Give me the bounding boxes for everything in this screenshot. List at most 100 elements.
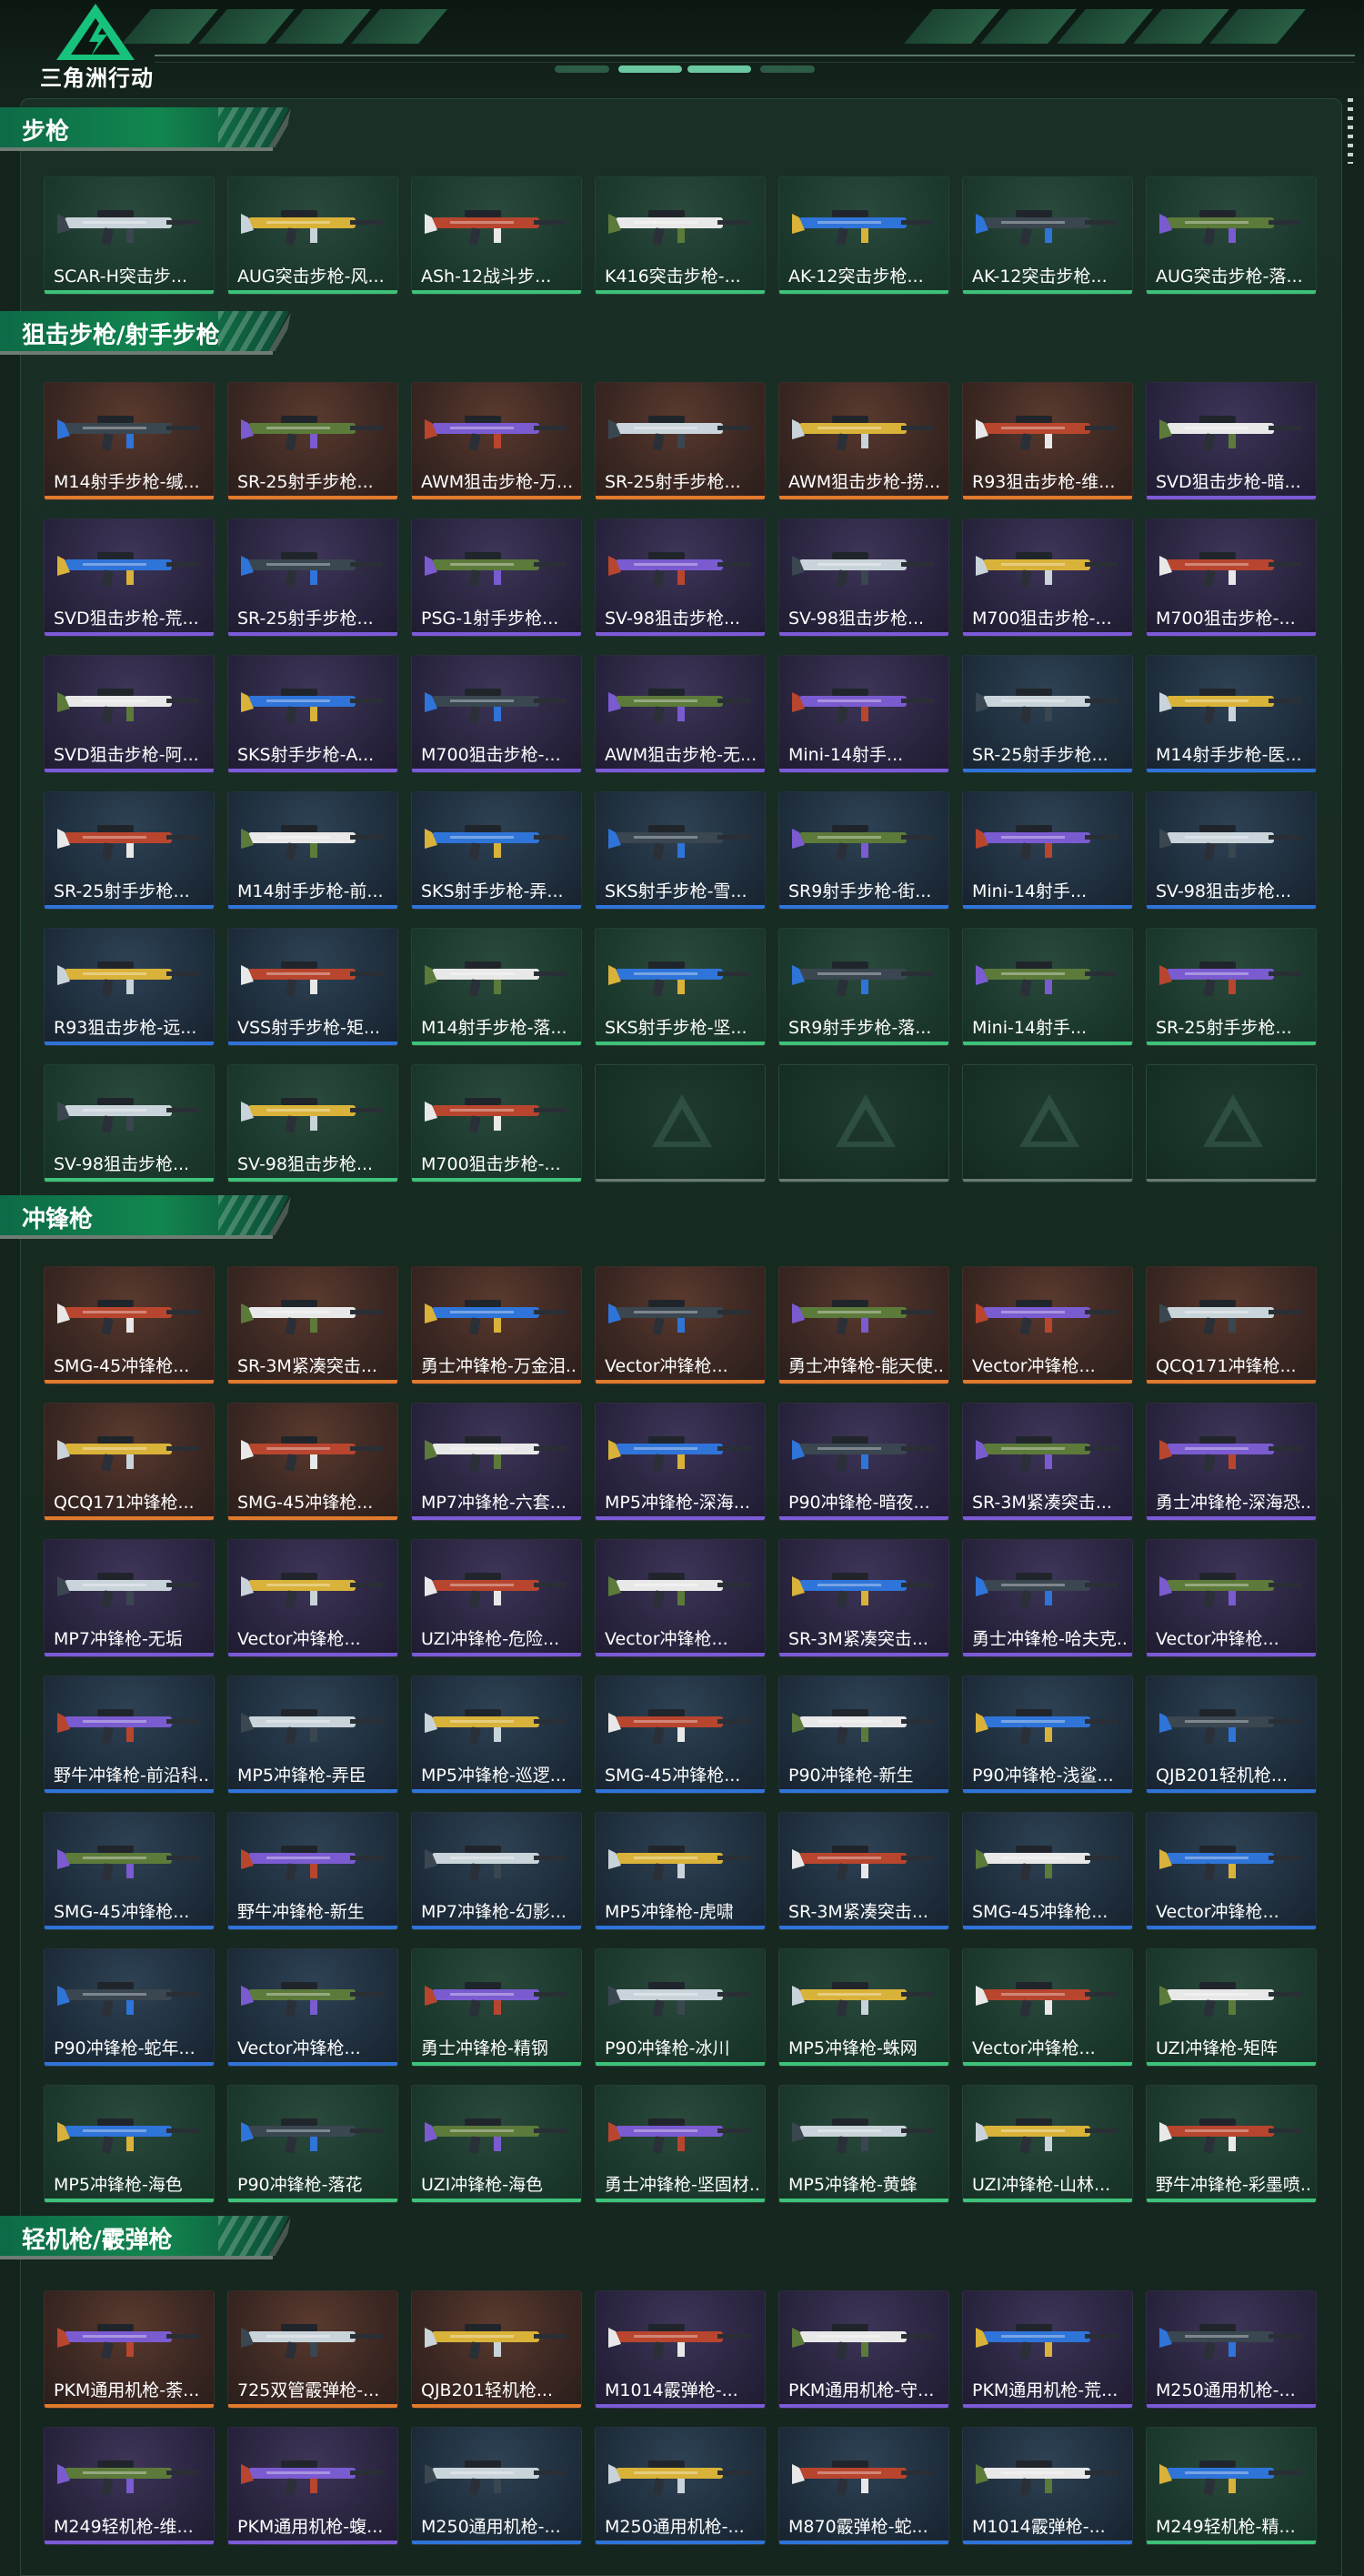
weapon-skin-card[interactable]: PSG-1射手步枪... <box>411 518 582 637</box>
weapon-skin-card[interactable]: AWM狙击步枪-万... <box>411 382 582 500</box>
weapon-skin-card[interactable]: P90冲锋枪-暗夜... <box>778 1403 949 1521</box>
weapon-skin-card[interactable]: SKS射手步枪-A... <box>227 655 398 773</box>
weapon-skin-card[interactable]: MP5冲锋枪-虎啸 <box>595 1812 766 1930</box>
weapon-skin-card[interactable]: M14射手步枪-落... <box>411 928 582 1046</box>
weapon-skin-card[interactable]: UZI冲锋枪-矩阵 <box>1146 1948 1317 2067</box>
weapon-skin-card[interactable]: AWM狙击步枪-捞... <box>778 382 949 500</box>
weapon-skin-card[interactable]: Mini-14射手... <box>962 791 1133 910</box>
weapon-skin-card[interactable]: Vector冲锋枪... <box>227 1948 398 2067</box>
weapon-skin-card[interactable]: M250通用机枪-... <box>1146 2290 1317 2409</box>
weapon-skin-card[interactable]: PKM通用机枪-荼... <box>44 2290 215 2409</box>
weapon-skin-card[interactable]: QJB201轻机枪... <box>1146 1675 1317 1794</box>
weapon-skin-card[interactable]: SV-98狙击步枪... <box>227 1064 398 1182</box>
weapon-skin-card[interactable]: MP5冲锋枪-蛛网 <box>778 1948 949 2067</box>
weapon-skin-card[interactable]: M14射手步枪-前... <box>227 791 398 910</box>
weapon-skin-card[interactable]: 725双管霰弹枪-... <box>227 2290 398 2409</box>
weapon-skin-card[interactable]: Vector冲锋枪... <box>227 1539 398 1657</box>
weapon-skin-card[interactable]: M250通用机枪-... <box>411 2427 582 2545</box>
weapon-skin-card[interactable]: SR9射手步枪-落... <box>778 928 949 1046</box>
weapon-skin-card[interactable]: M1014霰弹枪-... <box>962 2427 1133 2545</box>
weapon-skin-card[interactable]: M249轻机枪-维... <box>44 2427 215 2545</box>
weapon-skin-card[interactable]: M14射手步枪-缄... <box>44 382 215 500</box>
weapon-skin-card[interactable]: SKS射手步枪-弄... <box>411 791 582 910</box>
weapon-skin-card[interactable]: M14射手步枪-医... <box>1146 655 1317 773</box>
weapon-skin-card[interactable]: SR-3M紧凑突击... <box>778 1539 949 1657</box>
weapon-skin-card[interactable]: PKM通用机枪-荒... <box>962 2290 1133 2409</box>
weapon-skin-card[interactable]: M250通用机枪-... <box>595 2427 766 2545</box>
weapon-skin-card[interactable]: MP7冲锋枪-无垢 <box>44 1539 215 1657</box>
weapon-skin-card[interactable]: SMG-45冲锋枪... <box>227 1403 398 1521</box>
weapon-skin-card[interactable]: SMG-45冲锋枪... <box>44 1266 215 1384</box>
weapon-skin-card[interactable]: SKS射手步枪-雪... <box>595 791 766 910</box>
weapon-skin-card[interactable]: 勇士冲锋枪-能天使... <box>778 1266 949 1384</box>
weapon-skin-card[interactable]: QCQ171冲锋枪... <box>44 1403 215 1521</box>
weapon-skin-card[interactable]: UZI冲锋枪-海色 <box>411 2085 582 2203</box>
weapon-skin-card[interactable]: SR-3M紧凑突击... <box>778 1812 949 1930</box>
weapon-skin-card[interactable]: SR-25射手步枪... <box>227 518 398 637</box>
weapon-skin-card[interactable]: PKM通用机枪-蝮... <box>227 2427 398 2545</box>
weapon-skin-card[interactable]: Mini-14射手... <box>962 928 1133 1046</box>
weapon-skin-card[interactable]: SV-98狙击步枪... <box>778 518 949 637</box>
weapon-skin-card[interactable]: MP7冲锋枪-六套... <box>411 1403 582 1521</box>
weapon-skin-card[interactable]: PKM通用机枪-守... <box>778 2290 949 2409</box>
weapon-skin-card[interactable]: UZI冲锋枪-山林... <box>962 2085 1133 2203</box>
weapon-skin-card[interactable]: AUG突击步枪-落... <box>1146 176 1317 295</box>
weapon-skin-card[interactable]: 勇士冲锋枪-坚固材... <box>595 2085 766 2203</box>
weapon-skin-card[interactable]: MP5冲锋枪-弄臣 <box>227 1675 398 1794</box>
weapon-skin-card[interactable]: SR-25射手步枪... <box>1146 928 1317 1046</box>
weapon-skin-card[interactable]: K416突击步枪-... <box>595 176 766 295</box>
weapon-skin-card[interactable]: SMG-45冲锋枪... <box>44 1812 215 1930</box>
weapon-skin-card[interactable]: SMG-45冲锋枪... <box>595 1675 766 1794</box>
weapon-skin-card[interactable]: SVD狙击步枪-荒... <box>44 518 215 637</box>
weapon-skin-card[interactable]: Vector冲锋枪... <box>595 1266 766 1384</box>
weapon-skin-card[interactable]: MP5冲锋枪-巡逻... <box>411 1675 582 1794</box>
weapon-skin-card[interactable]: 勇士冲锋枪-万金泪... <box>411 1266 582 1384</box>
weapon-skin-card[interactable]: SV-98狙击步枪... <box>595 518 766 637</box>
weapon-skin-card[interactable]: M700狙击步枪-... <box>411 1064 582 1182</box>
weapon-skin-card[interactable]: SMG-45冲锋枪... <box>962 1812 1133 1930</box>
weapon-skin-card[interactable]: SVD狙击步枪-阿... <box>44 655 215 773</box>
weapon-skin-card[interactable]: 野牛冲锋枪-前沿科... <box>44 1675 215 1794</box>
weapon-skin-card[interactable]: M870霰弹枪-蛇... <box>778 2427 949 2545</box>
weapon-skin-card[interactable]: Vector冲锋枪... <box>1146 1812 1317 1930</box>
weapon-skin-card[interactable]: 野牛冲锋枪-新生 <box>227 1812 398 1930</box>
weapon-skin-card[interactable]: Vector冲锋枪... <box>595 1539 766 1657</box>
weapon-skin-card[interactable]: AK-12突击步枪... <box>778 176 949 295</box>
scrollbar[interactable] <box>1348 98 1353 164</box>
weapon-skin-card[interactable]: Mini-14射手... <box>778 655 949 773</box>
weapon-skin-card[interactable]: MP5冲锋枪-海色 <box>44 2085 215 2203</box>
weapon-skin-card[interactable]: Vector冲锋枪... <box>1146 1539 1317 1657</box>
weapon-skin-card[interactable]: SR-25射手步枪... <box>227 382 398 500</box>
weapon-skin-card[interactable]: P90冲锋枪-冰川 <box>595 1948 766 2067</box>
weapon-skin-card[interactable]: MP5冲锋枪-黄蜂 <box>778 2085 949 2203</box>
weapon-skin-card[interactable]: AUG突击步枪-风... <box>227 176 398 295</box>
weapon-skin-card[interactable]: M249轻机枪-精... <box>1146 2427 1317 2545</box>
weapon-skin-card[interactable]: SR-25射手步枪... <box>595 382 766 500</box>
weapon-skin-card[interactable]: P90冲锋枪-浅鲨... <box>962 1675 1133 1794</box>
weapon-skin-card[interactable]: QCQ171冲锋枪... <box>1146 1266 1317 1384</box>
weapon-skin-card[interactable]: Vector冲锋枪... <box>962 1266 1133 1384</box>
weapon-skin-card[interactable]: MP7冲锋枪-幻影... <box>411 1812 582 1930</box>
weapon-skin-card[interactable]: VSS射手步枪-矩... <box>227 928 398 1046</box>
weapon-skin-card[interactable]: SR-25射手步枪... <box>962 655 1133 773</box>
weapon-skin-card[interactable]: SVD狙击步枪-暗... <box>1146 382 1317 500</box>
weapon-skin-card[interactable]: 勇士冲锋枪-精钢 <box>411 1948 582 2067</box>
weapon-skin-card[interactable]: SV-98狙击步枪... <box>44 1064 215 1182</box>
weapon-skin-card[interactable]: AWM狙击步枪-无... <box>595 655 766 773</box>
weapon-skin-card[interactable]: M700狙击步枪-... <box>962 518 1133 637</box>
weapon-skin-card[interactable]: 野牛冲锋枪-彩墨喷... <box>1146 2085 1317 2203</box>
weapon-skin-card[interactable]: SR9射手步枪-街... <box>778 791 949 910</box>
weapon-skin-card[interactable]: M1014霰弹枪-... <box>595 2290 766 2409</box>
weapon-skin-card[interactable]: R93狙击步枪-维... <box>962 382 1133 500</box>
weapon-skin-card[interactable]: AK-12突击步枪... <box>962 176 1133 295</box>
weapon-skin-card[interactable]: P90冲锋枪-落花 <box>227 2085 398 2203</box>
weapon-skin-card[interactable]: Vector冲锋枪... <box>962 1948 1133 2067</box>
weapon-skin-card[interactable]: SR-3M紧凑突击... <box>227 1266 398 1384</box>
weapon-skin-card[interactable]: P90冲锋枪-新生 <box>778 1675 949 1794</box>
weapon-skin-card[interactable]: SR-3M紧凑突击... <box>962 1403 1133 1521</box>
weapon-skin-card[interactable]: M700狙击步枪-... <box>411 655 582 773</box>
weapon-skin-card[interactable]: MP5冲锋枪-深海... <box>595 1403 766 1521</box>
weapon-skin-card[interactable]: 勇士冲锋枪-深海恐... <box>1146 1403 1317 1521</box>
weapon-skin-card[interactable]: SKS射手步枪-坚... <box>595 928 766 1046</box>
weapon-skin-card[interactable]: R93狙击步枪-远... <box>44 928 215 1046</box>
